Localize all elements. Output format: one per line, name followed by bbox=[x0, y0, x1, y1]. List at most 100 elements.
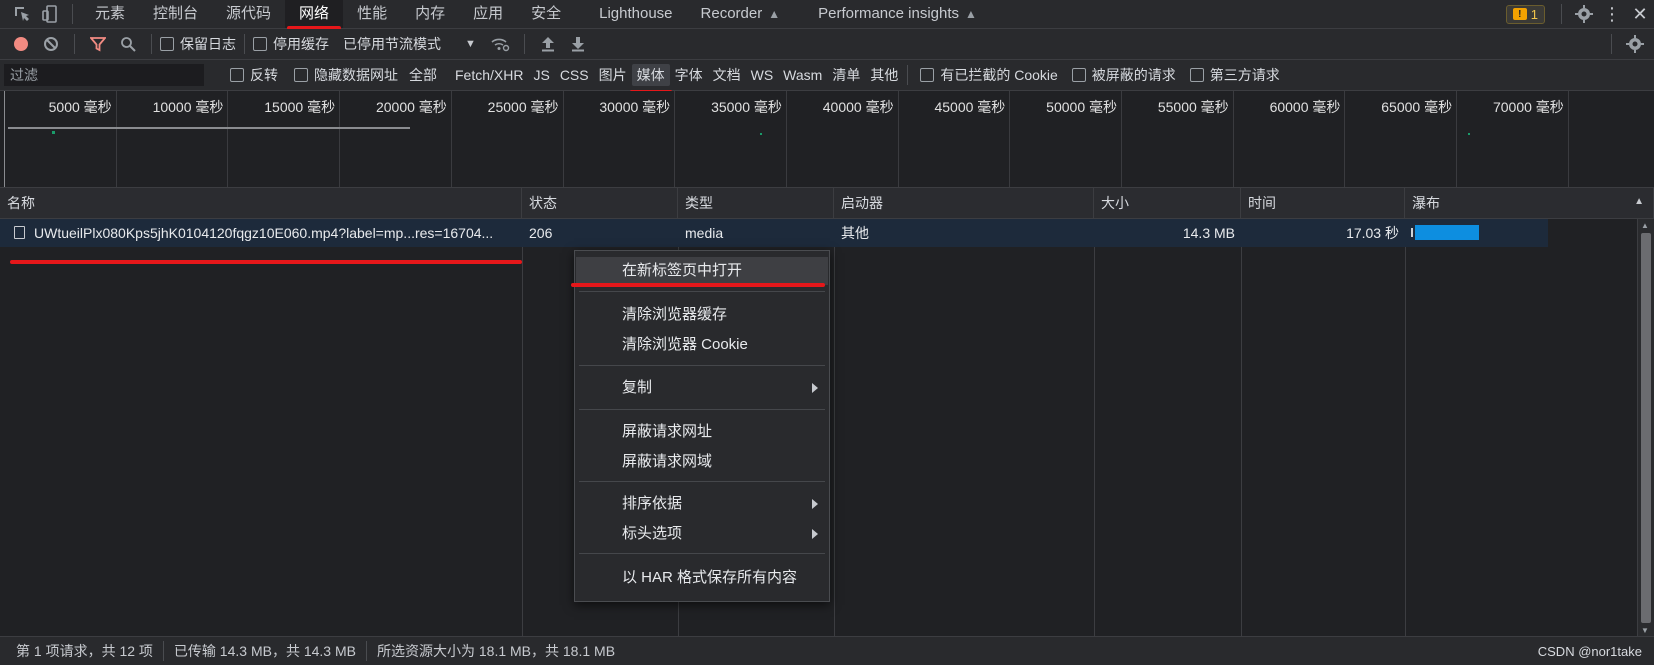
column-header-6[interactable]: 瀑布 bbox=[1405, 188, 1654, 218]
filter-type-6[interactable]: 字体 bbox=[670, 64, 708, 86]
menu-item-sort-label: 排序依据 bbox=[622, 495, 683, 512]
overview-progress-line bbox=[8, 127, 410, 129]
menu-item-open-in-new-tab[interactable]: 在新标签页中打开 bbox=[576, 257, 828, 285]
flask-experiment-icon: ▲ bbox=[965, 7, 977, 21]
filter-type-5[interactable]: 媒体 bbox=[629, 64, 672, 93]
filter-type-2[interactable]: JS bbox=[528, 64, 554, 86]
checkbox-box[interactable] bbox=[294, 68, 308, 82]
checkbox-box[interactable] bbox=[253, 37, 267, 51]
filter-type-11[interactable]: 其他 bbox=[865, 64, 903, 86]
row-waterfall-cell bbox=[1405, 219, 1548, 247]
settings-gear-icon[interactable] bbox=[1570, 5, 1598, 23]
tab-label: Lighthouse bbox=[599, 5, 673, 22]
overview-tick-label: 45000 毫秒 bbox=[934, 99, 1006, 115]
hide-data-urls-checkbox[interactable]: 隐藏数据网址 bbox=[294, 65, 398, 85]
menu-item-header-label: 标头选项 bbox=[622, 525, 683, 542]
row-initiator-cell: 其他 bbox=[841, 225, 869, 241]
menu-item-clear-cache[interactable]: 清除浏览器缓存 bbox=[576, 301, 828, 329]
transferred-size: 已传输 14.3 MB，共 14.3 MB bbox=[173, 643, 356, 659]
network-settings-gear-icon[interactable] bbox=[1620, 35, 1650, 53]
filter-type-7[interactable]: 文档 bbox=[708, 64, 746, 86]
tab-label: Recorder bbox=[700, 5, 763, 22]
flask-experiment-icon: ▲ bbox=[768, 7, 781, 21]
timeline-overview[interactable]: 5000 毫秒 10000 毫秒 15000 毫秒 20000 毫秒 25000 毫秒 3… bbox=[0, 91, 1654, 188]
tab-1[interactable]: 控制台 bbox=[139, 0, 212, 28]
scroll-up-arrow-icon[interactable]: ▲ bbox=[1641, 221, 1649, 230]
waterfall-bar[interactable] bbox=[1415, 225, 1479, 240]
tab-label: 网络 bbox=[299, 5, 330, 22]
column-header-2[interactable]: 类型 bbox=[678, 188, 834, 218]
filter-type-3[interactable]: CSS bbox=[555, 64, 594, 86]
import-har-upload-icon[interactable] bbox=[533, 36, 563, 52]
row-name-cell[interactable]: UWtueilPlx080Kps5jhK0104120fqgz10E060.mp… bbox=[0, 219, 522, 247]
menu-item-sort-by[interactable]: 排序依据 bbox=[576, 490, 828, 518]
network-conditions-wifi-icon[interactable] bbox=[484, 36, 516, 52]
checkbox-box[interactable] bbox=[1189, 68, 1204, 82]
table-row[interactable]: UWtueilPlx080Kps5jhK0104120fqgz10E060.mp… bbox=[0, 219, 1548, 247]
file-icon bbox=[14, 226, 25, 239]
tab-7[interactable]: 安全 bbox=[517, 0, 575, 28]
menu-item-copy[interactable]: 复制 bbox=[576, 374, 828, 402]
blocked-requests-checkbox[interactable]: 被屏蔽的请求 bbox=[1071, 65, 1176, 85]
tab-6[interactable]: 应用 bbox=[459, 0, 517, 28]
inspect-element-icon[interactable] bbox=[8, 5, 36, 23]
filter-type-9[interactable]: Wasm bbox=[778, 64, 827, 86]
close-devtools-icon[interactable]: ✕ bbox=[1626, 4, 1654, 25]
issues-badge[interactable]: ! 1 bbox=[1505, 4, 1545, 24]
overview-gridline bbox=[115, 91, 117, 187]
invert-checkbox[interactable]: 反转 bbox=[230, 65, 278, 85]
more-options-icon[interactable]: ⋮ bbox=[1598, 4, 1626, 25]
tab-label: 控制台 bbox=[153, 5, 199, 22]
search-icon[interactable] bbox=[113, 36, 143, 52]
tab-0[interactable]: 元素 bbox=[81, 0, 139, 28]
column-divider bbox=[1241, 218, 1242, 637]
record-button-icon[interactable] bbox=[6, 37, 36, 51]
filter-type-10[interactable]: 清单 bbox=[827, 64, 865, 86]
column-header-5[interactable]: 时间 bbox=[1241, 188, 1405, 218]
filter-type-1[interactable]: Fetch/XHR bbox=[450, 64, 528, 86]
filter-input[interactable] bbox=[4, 64, 204, 86]
sort-up-icon[interactable]: ▲ bbox=[1634, 196, 1644, 207]
tab-2[interactable]: 源代码 bbox=[212, 0, 285, 28]
device-toolbar-icon[interactable] bbox=[36, 5, 64, 23]
third-party-checkbox[interactable]: 第三方请求 bbox=[1189, 65, 1280, 85]
hide-data-urls-label: 隐藏数据网址 bbox=[314, 67, 398, 83]
column-header-1[interactable]: 状态 bbox=[522, 188, 678, 218]
checkbox-box[interactable] bbox=[160, 37, 174, 51]
tab-10[interactable]: Performance insights ▲ bbox=[804, 0, 991, 28]
throttling-select[interactable]: 已停用节流模式 ▼ bbox=[343, 34, 476, 54]
column-header-0[interactable]: 名称 bbox=[0, 188, 522, 218]
network-toolbar: 保留日志 停用缓存 已停用节流模式 ▼ bbox=[0, 29, 1654, 60]
export-har-download-icon[interactable] bbox=[563, 36, 593, 52]
table-scrollbar[interactable]: ▲ ▼ bbox=[1637, 219, 1654, 637]
menu-item-header-options[interactable]: 标头选项 bbox=[576, 520, 828, 548]
blocked-cookies-checkbox[interactable]: 有已拦截的 Cookie bbox=[920, 65, 1058, 85]
tab-8[interactable]: Lighthouse bbox=[585, 0, 686, 28]
disable-cache-checkbox[interactable]: 停用缓存 bbox=[253, 34, 329, 54]
tab-4[interactable]: 性能 bbox=[343, 0, 401, 28]
filter-type-4[interactable]: 图片 bbox=[594, 64, 632, 86]
menu-item-clear-cookies[interactable]: 清除浏览器 Cookie bbox=[576, 331, 828, 359]
column-header-4[interactable]: 大小 bbox=[1094, 188, 1241, 218]
tab-9[interactable]: Recorder ▲ bbox=[687, 0, 795, 28]
filter-type-8[interactable]: WS bbox=[746, 64, 779, 86]
preserve-log-checkbox[interactable]: 保留日志 bbox=[160, 34, 236, 54]
checkbox-box[interactable] bbox=[1071, 68, 1086, 82]
tab-5[interactable]: 内存 bbox=[401, 0, 459, 28]
row-type-cell: media bbox=[685, 225, 724, 241]
filter-funnel-icon[interactable] bbox=[83, 36, 113, 52]
filter-bar: 反转 隐藏数据网址 全部 Fetch/XHRJSCSS图片媒体字体文档WSWasm… bbox=[0, 60, 1654, 93]
scrollbar-thumb[interactable] bbox=[1641, 233, 1651, 623]
tab-3[interactable]: 网络 bbox=[285, 0, 344, 30]
clear-icon[interactable] bbox=[36, 36, 66, 52]
menu-item-block-url[interactable]: 屏蔽请求网址 bbox=[576, 418, 828, 446]
column-header-3[interactable]: 启动器 bbox=[834, 188, 1094, 218]
menu-item-block-domain[interactable]: 屏蔽请求网域 bbox=[576, 448, 828, 476]
menu-item-save-har[interactable]: 以 HAR 格式保存所有内容 bbox=[576, 564, 828, 592]
filter-type-0[interactable]: 全部 bbox=[404, 64, 442, 86]
request-name: UWtueilPlx080Kps5jhK0104120fqgz10E060.mp… bbox=[34, 225, 494, 241]
scroll-down-arrow-icon[interactable]: ▼ bbox=[1641, 626, 1649, 635]
overview-tick-label: 25000 毫秒 bbox=[487, 99, 559, 115]
checkbox-box[interactable] bbox=[920, 68, 935, 82]
checkbox-box[interactable] bbox=[230, 68, 244, 82]
